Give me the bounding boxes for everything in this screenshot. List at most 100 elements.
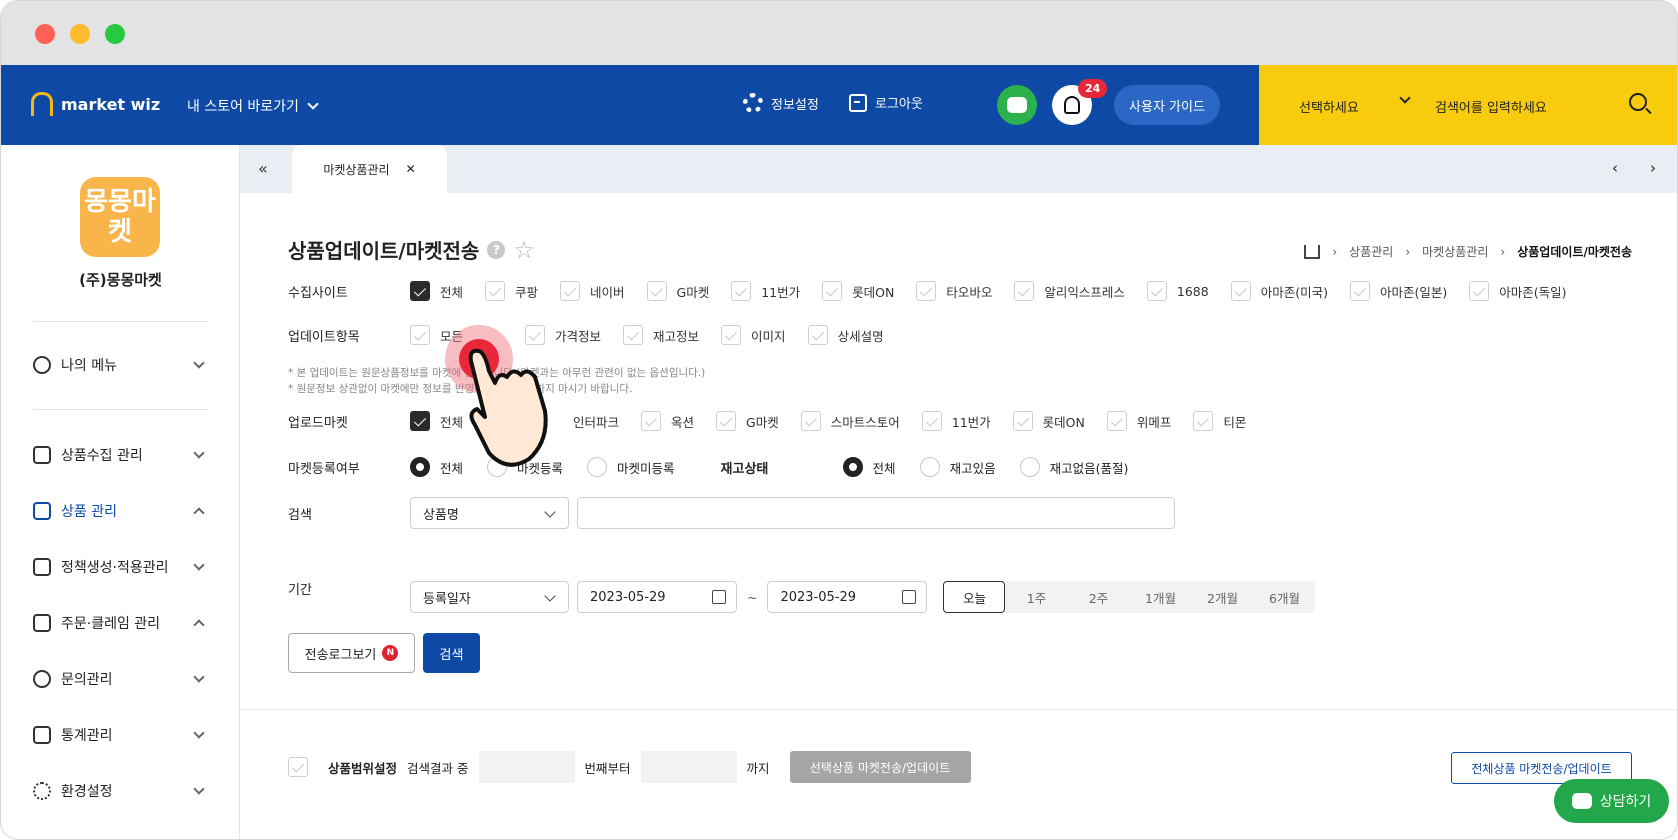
register-all-radio[interactable]: 전체 [410,457,463,477]
close-window-button[interactable] [35,24,55,44]
checkbox[interactable] [623,325,644,345]
collect-site-taobao[interactable]: 타오바오 [916,281,992,301]
upload-market-smartstore[interactable]: 스마트스토어 [800,411,900,431]
checkbox[interactable] [646,281,667,301]
checkbox[interactable] [716,411,737,431]
home-icon[interactable] [1304,244,1321,259]
close-icon[interactable]: ✕ [406,162,416,176]
sidebar-item-order[interactable]: 주문·클레임 관리 [33,611,209,635]
sidebar-item-product[interactable]: 상품 관리 [33,499,209,523]
period-6month-button[interactable]: 6개월 [1253,581,1315,613]
user-guide-button[interactable]: 사용자 가이드 [1114,85,1220,125]
chat-button[interactable] [997,85,1037,125]
search-icon[interactable] [1629,93,1647,111]
collect-site-amazon-de[interactable]: 아마존(독일) [1469,281,1566,301]
collect-site-11st[interactable]: 11번가 [731,281,800,301]
collect-site-gmarket[interactable]: G마켓 [646,281,709,301]
checkbox[interactable] [1193,411,1214,431]
upload-market-auction[interactable]: 옥션 [641,411,694,431]
tab-market-products[interactable]: 마켓상품관리 ✕ [292,145,447,193]
checkbox[interactable] [800,411,821,431]
period-1month-button[interactable]: 1개월 [1129,581,1191,613]
collapse-sidebar-icon[interactable]: « [258,159,268,178]
checkbox[interactable] [1469,281,1490,301]
checkbox[interactable] [822,281,843,301]
consult-button[interactable]: 상담하기 [1554,779,1669,823]
period-1week-button[interactable]: 1주 [1005,581,1067,613]
checkbox[interactable] [1146,281,1167,301]
checkbox[interactable] [1106,411,1127,431]
maximize-window-button[interactable] [105,24,125,44]
store-link[interactable]: 내 스토어 바로가기 [187,96,319,116]
update-item-image[interactable]: 이미지 [721,325,786,345]
search-type-select[interactable]: 상품명 [410,497,569,529]
checkbox[interactable] [1230,281,1251,301]
checkbox[interactable] [921,411,942,431]
period-today-button[interactable]: 오늘 [943,581,1006,613]
sidebar-item-policy[interactable]: 정책생성·적용관리 [33,555,209,579]
collect-site-all[interactable]: 전체 [410,281,463,301]
checkbox[interactable] [1014,281,1035,301]
sidebar-item-collect[interactable]: 상품수집 관리 [33,443,209,467]
checkbox[interactable] [807,325,828,345]
stock-all-radio[interactable]: 전체 [842,457,896,477]
collect-site-coupang[interactable]: 쿠팡 [485,281,538,301]
upload-market-gmarket[interactable]: G마켓 [716,411,779,431]
checkbox[interactable] [1012,411,1033,431]
update-item-all[interactable]: 모든 [410,325,463,345]
logo[interactable]: market wiz [31,92,160,116]
upload-market-all[interactable]: 전체 [410,411,463,431]
checkbox[interactable] [731,281,752,301]
breadcrumb-item[interactable]: 마켓상품관리 [1422,243,1488,260]
minimize-window-button[interactable] [70,24,90,44]
radio[interactable] [919,457,940,477]
calendar-icon[interactable] [712,590,726,604]
search-input[interactable]: 검색어를 입력하세요 [1435,97,1547,116]
sidebar-item-settings[interactable]: 환경설정 [33,779,209,803]
checkbox[interactable] [410,281,430,301]
period-type-select[interactable]: 등록일자 [410,581,569,613]
collect-site-naver[interactable]: 네이버 [560,281,625,301]
upload-market-wemakeprice[interactable]: 위메프 [1106,411,1171,431]
collect-site-aliexpress[interactable]: 알리익스프레스 [1014,281,1125,301]
help-icon[interactable]: ? [487,240,506,259]
register-registered-radio[interactable]: 마켓등록 [487,457,563,477]
checkbox[interactable] [560,281,581,301]
checkbox[interactable] [485,281,506,301]
upload-market-hidden[interactable] [485,411,515,431]
range-from-input[interactable] [478,751,575,783]
date-to-input[interactable]: 2023-05-29 [767,581,928,613]
tab-next-icon[interactable]: › [1650,159,1656,177]
radio[interactable] [842,457,863,477]
checkbox[interactable] [410,325,430,345]
update-item-detail[interactable]: 상세설명 [807,325,884,345]
send-selected-button[interactable]: 선택상품 마켓전송/업데이트 [789,751,971,783]
collect-site-1688[interactable]: 1688 [1146,281,1209,301]
search-category-select[interactable]: 선택하세요 [1299,97,1359,116]
checkbox[interactable] [485,411,506,431]
checkbox[interactable] [525,325,546,345]
settings-link[interactable]: 정보설정 [743,93,819,113]
search-keyword-input[interactable] [577,497,1175,529]
breadcrumb-item[interactable]: 상품관리 [1349,243,1393,260]
period-2month-button[interactable]: 2개월 [1191,581,1253,613]
register-unregistered-radio[interactable]: 마켓미등록 [587,457,675,477]
update-item-price[interactable]: 가격정보 [525,325,601,345]
checkbox[interactable] [916,281,937,301]
logout-link[interactable]: 로그아웃 [849,93,923,112]
search-button[interactable]: 검색 [423,633,480,673]
range-checkbox[interactable] [288,757,308,777]
upload-market-interpark[interactable]: 인터파크 [573,412,619,431]
date-from-input[interactable]: 2023-05-29 [577,581,737,613]
stock-out-radio[interactable]: 재고없음(품절) [1019,457,1128,477]
update-item-stock[interactable]: 재고정보 [623,325,699,345]
collect-site-amazon-jp[interactable]: 아마존(일본) [1349,281,1447,301]
sidebar-item-inquiry[interactable]: 문의관리 [33,667,209,691]
upload-market-11st[interactable]: 11번가 [921,411,991,431]
radio[interactable] [410,457,430,477]
collect-site-amazon-us[interactable]: 아마존(미국) [1230,281,1328,301]
stock-in-radio[interactable]: 재고있음 [919,457,996,477]
radio[interactable] [587,457,608,477]
upload-market-tmon[interactable]: 티몬 [1193,411,1246,431]
calendar-icon[interactable] [902,590,917,604]
